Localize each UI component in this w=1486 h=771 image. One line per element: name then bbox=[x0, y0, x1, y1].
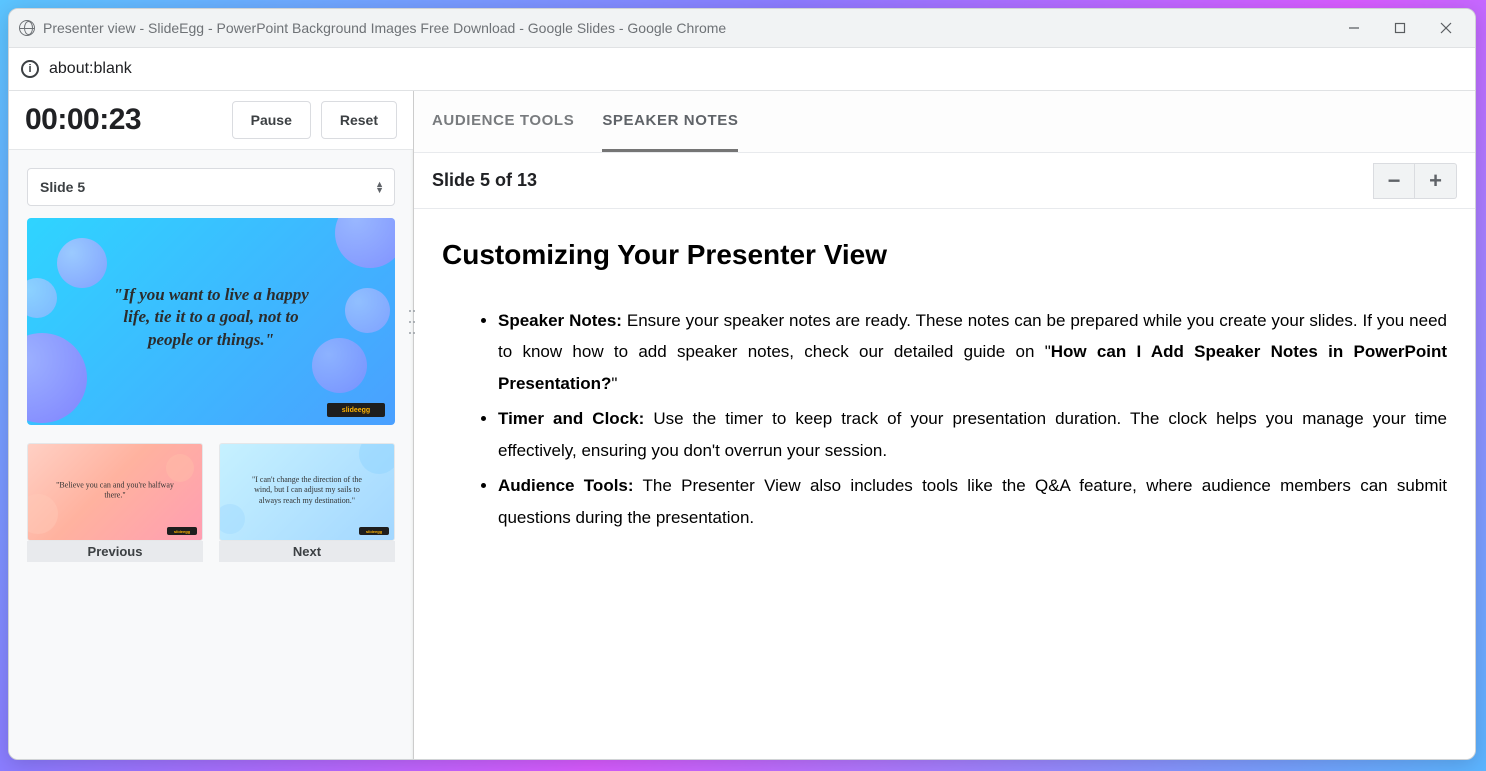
address-bar: i about:blank bbox=[9, 47, 1475, 91]
notes-heading: Customizing Your Presenter View bbox=[442, 239, 1447, 271]
note-lead: Audience Tools: bbox=[498, 476, 634, 495]
current-slide-quote: "If you want to live a happy life, tie i… bbox=[104, 284, 317, 353]
brand-badge: slideegg bbox=[327, 403, 385, 417]
next-slide-quote: "I can't change the direction of the win… bbox=[246, 475, 368, 506]
minimize-button[interactable] bbox=[1331, 13, 1377, 43]
tab-audience-tools[interactable]: AUDIENCE TOOLS bbox=[432, 91, 574, 152]
url-text[interactable]: about:blank bbox=[49, 60, 132, 78]
window-controls bbox=[1331, 13, 1469, 43]
globe-icon bbox=[19, 20, 35, 36]
next-slide-nav[interactable]: "I can't change the direction of the win… bbox=[219, 443, 395, 562]
previous-slide-thumbnail: "Believe you can and you're halfway ther… bbox=[27, 443, 203, 541]
chevron-updown-icon: ▲▼ bbox=[375, 181, 384, 193]
note-item: Timer and Clock: Use the timer to keep t… bbox=[498, 403, 1447, 466]
notes-pane: AUDIENCE TOOLS SPEAKER NOTES Slide 5 of … bbox=[414, 91, 1475, 759]
brand-badge: slideegg bbox=[359, 527, 389, 535]
presenter-controls-pane: 00:00:23 Pause Reset Slide 5 ▲▼ bbox=[9, 91, 414, 759]
note-text: The Presenter View also includes tools l… bbox=[498, 476, 1447, 526]
browser-window: Presenter view - SlideEgg - PowerPoint B… bbox=[8, 8, 1476, 760]
site-info-icon[interactable]: i bbox=[21, 60, 39, 78]
current-slide-preview[interactable]: "If you want to live a happy life, tie i… bbox=[27, 218, 395, 425]
maximize-button[interactable] bbox=[1377, 13, 1423, 43]
slide-selector-label: Slide 5 bbox=[40, 179, 85, 195]
notes-list: Speaker Notes: Ensure your speaker notes… bbox=[442, 305, 1447, 533]
previous-label: Previous bbox=[27, 541, 203, 562]
notes-header: Slide 5 of 13 − + bbox=[414, 153, 1475, 209]
timer-display: 00:00:23 bbox=[25, 103, 222, 137]
slide-counter: Slide 5 of 13 bbox=[432, 170, 1367, 191]
pause-button[interactable]: Pause bbox=[232, 101, 311, 139]
previous-slide-nav[interactable]: "Believe you can and you're halfway ther… bbox=[27, 443, 203, 562]
slide-selector[interactable]: Slide 5 ▲▼ bbox=[27, 168, 395, 206]
title-bar: Presenter view - SlideEgg - PowerPoint B… bbox=[9, 9, 1475, 47]
next-label: Next bbox=[219, 541, 395, 562]
zoom-out-button[interactable]: − bbox=[1373, 163, 1415, 199]
window-title: Presenter view - SlideEgg - PowerPoint B… bbox=[43, 20, 1331, 36]
next-slide-thumbnail: "I can't change the direction of the win… bbox=[219, 443, 395, 541]
notes-tabs: AUDIENCE TOOLS SPEAKER NOTES bbox=[414, 91, 1475, 153]
timer-row: 00:00:23 Pause Reset bbox=[9, 91, 413, 150]
note-tail: " bbox=[611, 374, 617, 393]
note-lead: Timer and Clock: bbox=[498, 409, 644, 428]
brand-badge: slideegg bbox=[167, 527, 197, 535]
zoom-in-button[interactable]: + bbox=[1415, 163, 1457, 199]
note-item: Speaker Notes: Ensure your speaker notes… bbox=[498, 305, 1447, 399]
note-item: Audience Tools: The Presenter View also … bbox=[498, 470, 1447, 533]
reset-button[interactable]: Reset bbox=[321, 101, 397, 139]
resize-handle-icon[interactable] bbox=[409, 310, 415, 334]
note-lead: Speaker Notes: bbox=[498, 311, 622, 330]
close-window-button[interactable] bbox=[1423, 13, 1469, 43]
previous-slide-quote: "Believe you can and you're halfway ther… bbox=[54, 481, 176, 502]
tab-speaker-notes[interactable]: SPEAKER NOTES bbox=[602, 91, 738, 152]
speaker-notes-content: Customizing Your Presenter View Speaker … bbox=[414, 209, 1475, 567]
